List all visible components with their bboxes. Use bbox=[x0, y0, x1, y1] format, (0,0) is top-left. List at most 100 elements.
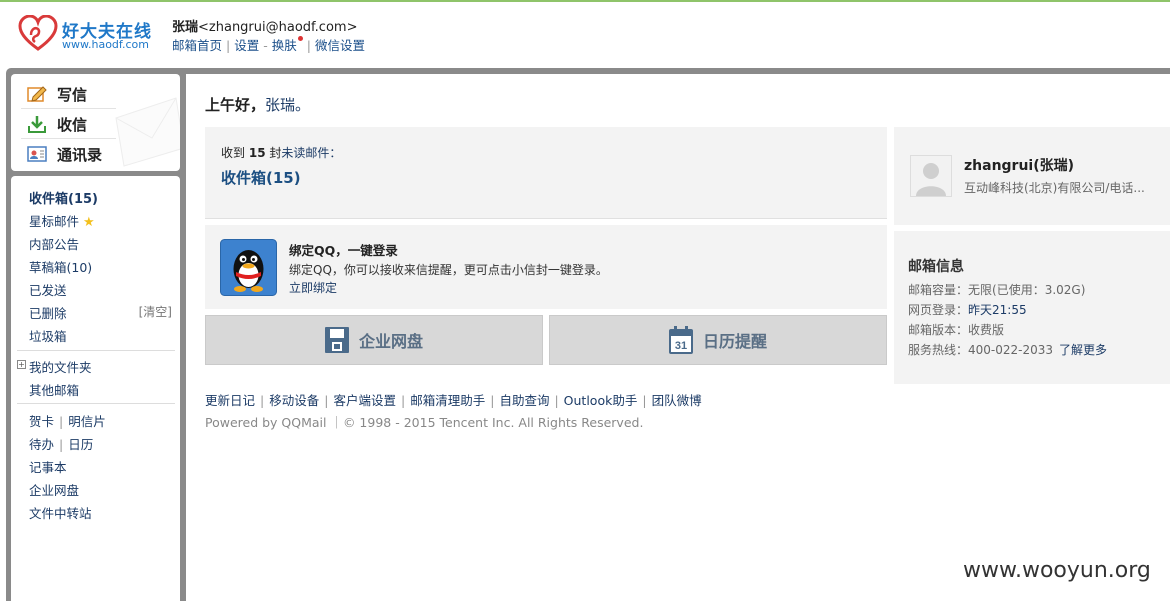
footer-links: 更新日记 | 移动设备 | 客户端设置 | 邮箱清理助手 | 自助查询 | Outlook助手 | 团队… bbox=[205, 390, 702, 409]
calendar-icon-number: 31 bbox=[675, 340, 687, 352]
nav-separator: - bbox=[263, 38, 268, 53]
nav-skin[interactable]: 换肤 bbox=[272, 38, 297, 53]
unread-count: 15 bbox=[248, 146, 266, 160]
divider bbox=[21, 108, 116, 109]
sidebar-item-other-mail[interactable]: 其他邮箱 bbox=[29, 380, 79, 399]
qq-bind-link[interactable]: 立即绑定 bbox=[289, 279, 337, 296]
sidebar-item-transfer[interactable]: 文件中转站 bbox=[29, 503, 92, 522]
separator: | bbox=[324, 393, 329, 408]
login-label: 网页登录： bbox=[908, 303, 969, 317]
separator: | bbox=[59, 437, 64, 452]
sidebar-item-my-folders[interactable]: 我的文件夹 bbox=[29, 357, 92, 376]
unread-panel: 收到 15 封未读邮件： 收件箱(15) bbox=[205, 127, 887, 219]
star-icon: ★ bbox=[83, 215, 95, 230]
greeting-name: 张瑞。 bbox=[265, 96, 311, 114]
envelope-decoration-icon bbox=[115, 97, 180, 167]
unread-mid: 封 bbox=[269, 146, 282, 160]
sidebar-item-deleted[interactable]: 已删除 bbox=[29, 303, 67, 322]
contacts-button[interactable]: 通讯录 bbox=[27, 142, 102, 166]
nav-mail-home[interactable]: 邮箱首页 bbox=[172, 38, 222, 53]
capacity-row: 邮箱容量：无限(已使用：3.02G) bbox=[908, 281, 1085, 298]
sidebar-row-cards: 贺卡 | 明信片 bbox=[29, 411, 106, 430]
profile-panel: zhangrui(张瑞) 互动峰科技(北京)有限公司/电话... bbox=[894, 127, 1170, 225]
receive-button[interactable]: 收信 bbox=[27, 112, 87, 136]
version-value: 收费版 bbox=[968, 323, 1005, 337]
clear-deleted-link[interactable]: [清空] bbox=[139, 303, 172, 320]
nav-wechat-settings[interactable]: 微信设置 bbox=[315, 38, 365, 53]
expand-plus-icon[interactable]: + bbox=[17, 360, 26, 369]
contacts-label: 通讯录 bbox=[57, 145, 103, 164]
mailbox-info-title: 邮箱信息 bbox=[908, 259, 964, 275]
footer-link-mobile[interactable]: 移动设备 bbox=[269, 393, 319, 408]
footer-link-self-query[interactable]: 自助查询 bbox=[499, 393, 549, 408]
capacity-value: 无限(已使用：3.02G) bbox=[968, 283, 1086, 297]
footer-link-changelog[interactable]: 更新日记 bbox=[205, 393, 255, 408]
sidebar-item-starred[interactable]: 星标邮件 ★ bbox=[29, 211, 95, 230]
sidebar-item-sent[interactable]: 已发送 bbox=[29, 280, 67, 299]
header: 好大夫在线 www.haodf.com 张瑞<zhangrui@haodf.co… bbox=[0, 2, 1170, 68]
sidebar-item-trash[interactable]: 垃圾箱 bbox=[29, 326, 67, 345]
separator: | bbox=[59, 414, 64, 429]
hotline-row: 服务热线：400-022-2033 了解更多 bbox=[908, 341, 1107, 358]
nav-settings[interactable]: 设置 bbox=[234, 38, 259, 53]
footer-link-outlook[interactable]: Outlook助手 bbox=[564, 393, 638, 408]
divider bbox=[17, 403, 175, 404]
top-nav: 邮箱首页 | 设置 - 换肤 | 微信设置 bbox=[172, 35, 365, 54]
download-inbox-icon bbox=[28, 116, 46, 133]
sidebar-actions: 写信 收信 通讯录 bbox=[11, 74, 180, 171]
footer-link-cleanup[interactable]: 邮箱清理助手 bbox=[410, 393, 485, 408]
profile-name: zhangrui(张瑞) bbox=[964, 158, 1075, 174]
logo[interactable]: 好大夫在线 www.haodf.com bbox=[18, 15, 158, 55]
receive-label: 收信 bbox=[57, 115, 88, 134]
nav-separator: | bbox=[306, 38, 311, 53]
greeting-text: 上午好， bbox=[205, 96, 266, 114]
sidebar-item-calendar[interactable]: 日历 bbox=[68, 437, 93, 452]
calendar-reminder-label: 日历提醒 bbox=[702, 332, 767, 351]
sidebar-item-todo[interactable]: 待办 bbox=[29, 437, 54, 452]
mailbox-info-panel: 邮箱信息 邮箱容量：无限(已使用：3.02G) 网页登录：昨天21:55 邮箱版… bbox=[894, 231, 1170, 384]
user-name: 张瑞 bbox=[172, 20, 199, 35]
separator: | bbox=[554, 393, 559, 408]
profile-company: 互动峰科技(北京)有限公司/电话... bbox=[964, 181, 1145, 195]
separator: | bbox=[642, 393, 647, 408]
inbox-link[interactable]: 收件箱(15) bbox=[221, 167, 301, 188]
calendar-reminder-button[interactable]: 31 日历提醒 bbox=[549, 315, 887, 365]
qq-bind-title: 绑定QQ，一键登录 bbox=[289, 243, 398, 258]
qq-penguin-icon bbox=[220, 239, 277, 296]
qq-bind-desc: 绑定QQ，你可以接收来信提醒，更可点击小信封一键登录。 bbox=[289, 263, 608, 277]
sidebar-item-drafts[interactable]: 草稿箱(10) bbox=[29, 257, 92, 276]
compose-button[interactable]: 写信 bbox=[27, 82, 87, 106]
netdisk-label: 企业网盘 bbox=[358, 332, 423, 351]
sidebar-row-todo: 待办 | 日历 bbox=[29, 434, 93, 453]
heart-logo-icon bbox=[18, 15, 58, 51]
sidebar-item-card[interactable]: 贺卡 bbox=[29, 414, 54, 429]
sidebar-item-netdisk[interactable]: 企业网盘 bbox=[29, 480, 79, 499]
hotline-value: 400-022-2033 bbox=[968, 343, 1054, 357]
sidebar-item-notes[interactable]: 记事本 bbox=[29, 457, 67, 476]
version-label: 邮箱版本： bbox=[908, 323, 969, 337]
sidebar-item-postcard[interactable]: 明信片 bbox=[68, 414, 106, 429]
footer-link-weibo[interactable]: 团队微博 bbox=[652, 393, 702, 408]
learn-more-link[interactable]: 了解更多 bbox=[1059, 343, 1107, 357]
login-row: 网页登录：昨天21:55 bbox=[908, 301, 1027, 318]
qq-bind-panel: 绑定QQ，一键登录 绑定QQ，你可以接收来信提醒，更可点击小信封一键登录。 立即… bbox=[205, 225, 887, 309]
avatar[interactable] bbox=[910, 155, 952, 197]
logo-url: www.haodf.com bbox=[62, 38, 149, 51]
address-book-icon bbox=[27, 146, 47, 162]
unread-suffix: 未读邮件： bbox=[281, 146, 342, 160]
unread-summary: 收到 15 封未读邮件： bbox=[221, 144, 341, 161]
sidebar-item-notice[interactable]: 内部公告 bbox=[29, 234, 79, 253]
netdisk-button[interactable]: 企业网盘 bbox=[205, 315, 543, 365]
watermark: www.wooyun.org bbox=[963, 558, 1151, 583]
default-avatar-icon bbox=[911, 156, 951, 196]
disk-icon bbox=[324, 327, 349, 353]
separator: | bbox=[400, 393, 406, 408]
sidebar-item-inbox[interactable]: 收件箱(15) bbox=[29, 188, 98, 207]
hotline-label: 服务热线： bbox=[908, 343, 969, 357]
capacity-label: 邮箱容量： bbox=[908, 283, 969, 297]
footer-link-client-settings[interactable]: 客户端设置 bbox=[333, 393, 396, 408]
version-row: 邮箱版本：收费版 bbox=[908, 321, 1004, 338]
main-content: 上午好，张瑞。 收到 15 封未读邮件： 收件箱(15) 绑定QQ，一键登录 绑… bbox=[186, 74, 1170, 601]
calendar-icon: 31 bbox=[668, 326, 693, 354]
nav-separator: | bbox=[226, 38, 231, 53]
